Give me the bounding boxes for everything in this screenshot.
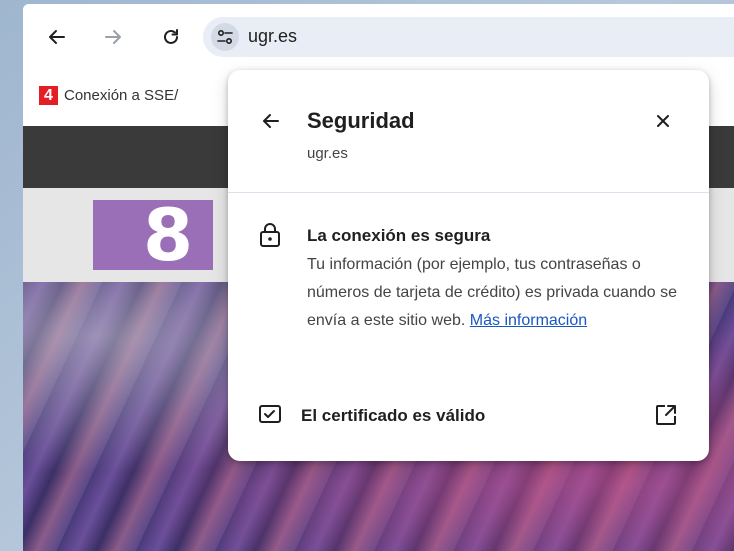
- arrow-left-icon: [263, 114, 279, 128]
- bookmark-favicon: 4: [39, 85, 58, 105]
- popup-close-button[interactable]: [650, 108, 676, 134]
- site-logo-digit: 8: [143, 193, 194, 277]
- connection-secure-description: Tu información (por ejemplo, tus contras…: [307, 251, 679, 335]
- browser-toolbar: ugr.es: [23, 4, 734, 66]
- reload-button[interactable]: [157, 23, 185, 51]
- popup-back-button[interactable]: [258, 108, 284, 134]
- bookmark-label: Conexión a SSE/: [64, 86, 179, 104]
- lock-icon: [260, 223, 280, 247]
- popup-subtitle: ugr.es: [307, 145, 348, 162]
- reload-icon: [164, 29, 178, 44]
- close-icon: [657, 115, 669, 127]
- tune-icon: [217, 29, 233, 45]
- certificate-label: El certificado es válido: [301, 406, 486, 425]
- address-bar[interactable]: ugr.es: [203, 17, 734, 57]
- certificate-check-icon: [259, 405, 281, 423]
- forward-button[interactable]: [99, 23, 127, 51]
- popup-divider: [228, 192, 709, 193]
- arrow-right-icon: [105, 30, 121, 44]
- arrow-left-icon: [49, 30, 65, 44]
- back-button[interactable]: [43, 23, 71, 51]
- more-info-link[interactable]: Más información: [470, 312, 587, 329]
- url-text[interactable]: ugr.es: [248, 26, 297, 47]
- bookmark-item[interactable]: 4 Conexión a SSE/: [39, 84, 178, 106]
- popup-title: Seguridad: [307, 108, 415, 133]
- browser-window: ugr.es 4 Conexión a SSE/ ... 8 Seguridad…: [23, 4, 734, 551]
- open-in-new-icon[interactable]: [654, 403, 678, 427]
- security-popup: Seguridad ugr.es La conexión es segura T…: [228, 70, 709, 461]
- site-info-button[interactable]: [211, 23, 239, 51]
- certificate-row[interactable]: El certificado es válido: [258, 400, 683, 430]
- connection-secure-heading: La conexión es segura: [307, 226, 491, 245]
